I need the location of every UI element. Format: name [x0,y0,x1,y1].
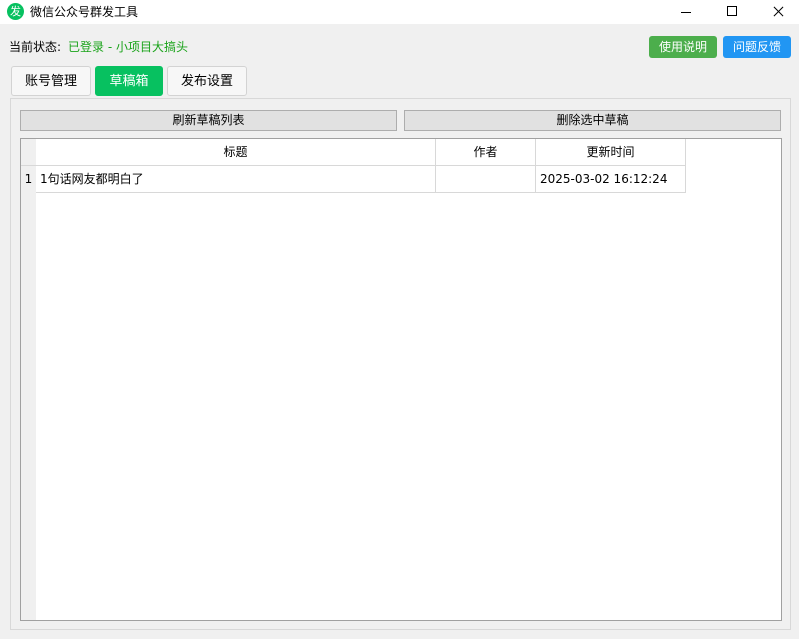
tab-account-management[interactable]: 账号管理 [11,66,91,96]
column-header-author[interactable]: 作者 [436,139,536,166]
refresh-drafts-button[interactable]: 刷新草稿列表 [20,110,397,131]
feedback-button[interactable]: 问题反馈 [723,36,791,58]
tab-publish-settings[interactable]: 发布设置 [167,66,247,96]
status-label: 当前状态: [9,40,62,54]
minimize-button[interactable] [663,0,709,24]
app-window: 发 微信公众号群发工具 当前状态: 已登录 - 小项目大搞头 使用说明 问题反馈… [0,0,799,639]
usage-guide-button[interactable]: 使用说明 [649,36,717,58]
column-header-title[interactable]: 标题 [36,139,436,166]
table-corner[interactable] [21,139,36,166]
row-header-gutter [21,139,36,620]
cell-author[interactable] [436,166,536,193]
drafts-table[interactable]: 标题 作者 更新时间 1 1句话网友都明白了 2025-03-02 16:12:… [20,138,782,621]
cell-title[interactable]: 1句话网友都明白了 [36,166,436,193]
close-button[interactable] [755,0,799,24]
tab-drafts[interactable]: 草稿箱 [95,66,163,96]
row-number[interactable]: 1 [21,166,36,193]
title-bar: 发 微信公众号群发工具 [0,0,799,24]
window-title: 微信公众号群发工具 [30,5,139,19]
maximize-button[interactable] [709,0,755,24]
login-status: 已登录 - 小项目大搞头 [68,40,188,54]
column-header-updated[interactable]: 更新时间 [536,139,686,166]
delete-selected-drafts-button[interactable]: 删除选中草稿 [404,110,781,131]
drafts-panel: 刷新草稿列表 删除选中草稿 标题 作者 更新时间 1 1句话网友都明白了 202… [10,98,791,630]
cell-updated[interactable]: 2025-03-02 16:12:24 [536,166,686,193]
app-logo-icon: 发 [7,3,24,20]
